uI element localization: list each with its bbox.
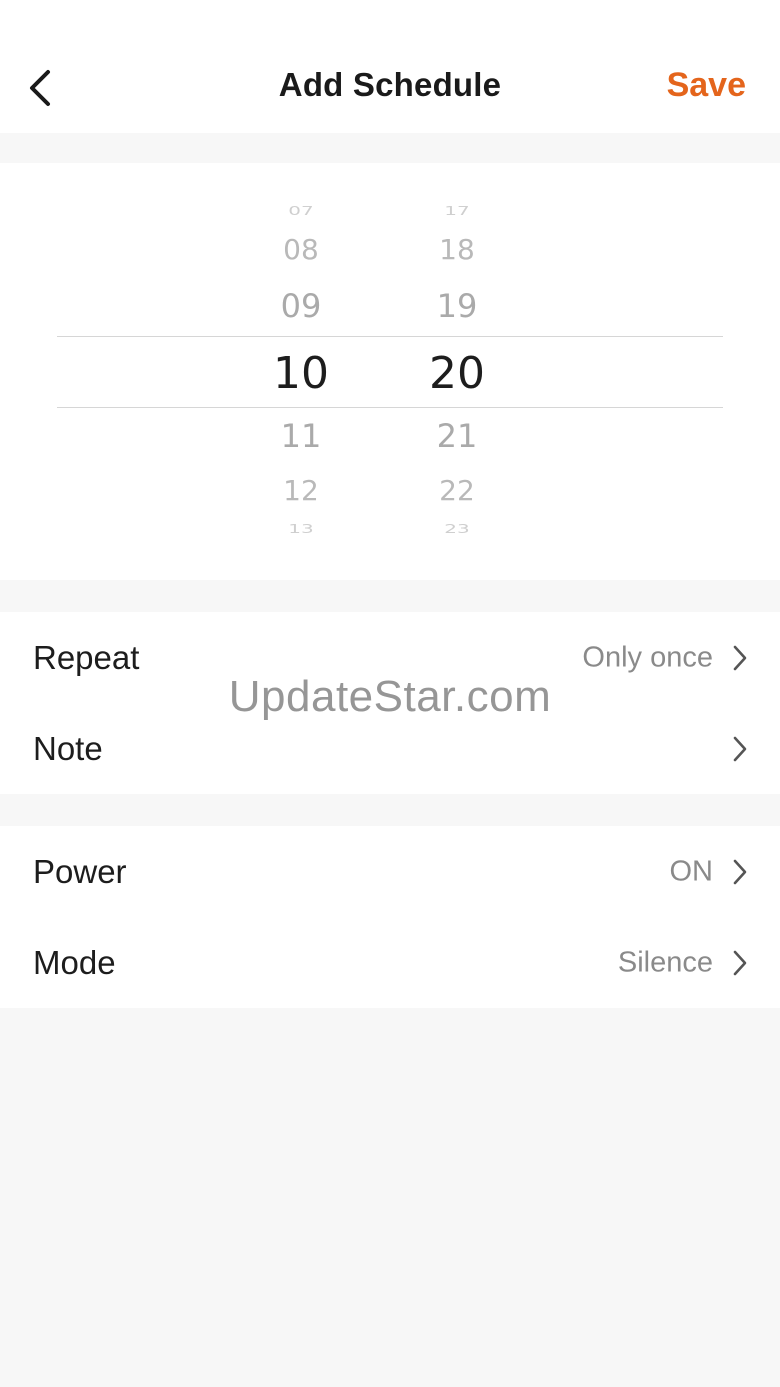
minute-option[interactable]: 23 <box>397 522 517 536</box>
power-value: ON <box>669 855 714 887</box>
mode-value: Silence <box>617 946 713 978</box>
repeat-value: Only once <box>582 641 713 673</box>
selection-top-line <box>57 336 723 337</box>
power-row[interactable]: Power ON <box>0 826 780 917</box>
mode-row[interactable]: Mode Silence <box>0 917 780 1008</box>
schedule-options-group: Repeat Only once Note <box>0 612 780 794</box>
minute-option[interactable]: 19 <box>397 287 517 325</box>
selection-bottom-line <box>57 407 723 408</box>
repeat-row[interactable]: Repeat Only once <box>0 612 780 703</box>
note-row[interactable]: Note <box>0 703 780 794</box>
hour-selected[interactable]: 10 <box>241 348 361 399</box>
repeat-label: Repeat <box>33 638 140 676</box>
minute-option[interactable]: 17 <box>397 204 517 218</box>
hour-option[interactable]: 08 <box>241 233 361 266</box>
nav-bar: Add Schedule Save <box>0 0 780 133</box>
minute-option[interactable]: 18 <box>397 233 517 266</box>
page-title: Add Schedule <box>278 66 502 103</box>
hour-option[interactable]: 13 <box>241 522 361 536</box>
time-picker: 07 08 09 10 11 12 13 17 18 19 20 21 22 2… <box>0 163 780 580</box>
picker-fade-bottom <box>0 535 780 580</box>
minute-wheel[interactable]: 17 18 19 20 21 22 23 <box>397 163 517 580</box>
chevron-right-icon <box>733 736 747 761</box>
minute-option[interactable]: 21 <box>397 417 517 455</box>
power-label: Power <box>33 852 127 890</box>
picker-fade-top <box>0 163 780 208</box>
save-button[interactable]: Save <box>667 66 746 105</box>
minute-option[interactable]: 22 <box>397 474 517 507</box>
hour-wheel[interactable]: 07 08 09 10 11 12 13 <box>241 163 361 580</box>
hour-option[interactable]: 09 <box>241 287 361 325</box>
hour-option[interactable]: 12 <box>241 474 361 507</box>
chevron-right-icon <box>733 950 747 975</box>
hour-option[interactable]: 07 <box>241 204 361 218</box>
mode-label: Mode <box>33 943 116 981</box>
minute-selected[interactable]: 20 <box>397 348 517 399</box>
device-options-group: Power ON Mode Silence <box>0 826 780 1008</box>
chevron-right-icon <box>733 645 747 670</box>
note-label: Note <box>33 729 103 767</box>
chevron-right-icon <box>733 859 747 884</box>
hour-option[interactable]: 11 <box>241 417 361 455</box>
